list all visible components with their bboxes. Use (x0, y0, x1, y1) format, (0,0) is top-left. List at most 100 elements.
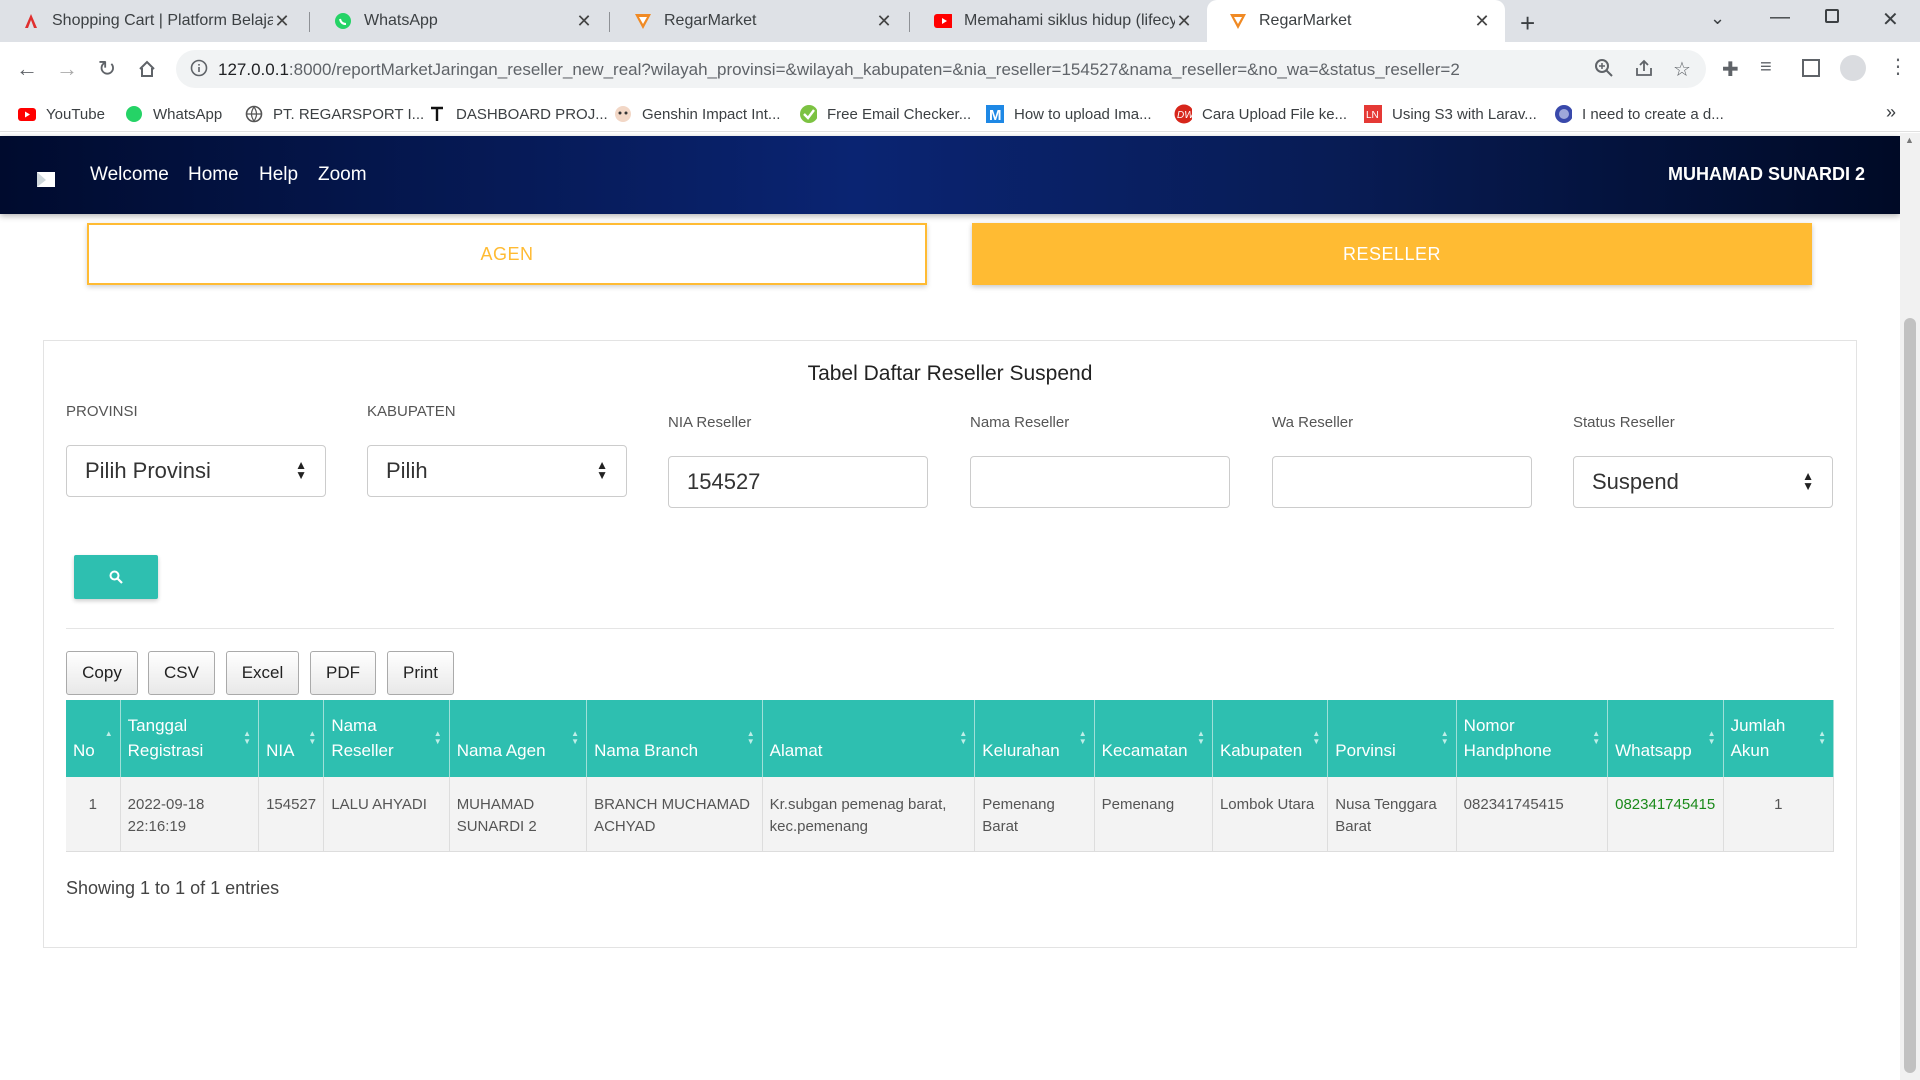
sort-icon: ▲ ▼ (959, 729, 968, 746)
nav-zoom[interactable]: Zoom (318, 164, 367, 186)
close-icon[interactable]: ✕ (575, 11, 593, 32)
col-no[interactable]: No ▲ (66, 700, 121, 777)
tab-title: Shopping Cart | Platform Belajar (52, 12, 273, 29)
wa-input[interactable] (1272, 456, 1532, 508)
agen-button[interactable]: AGEN (87, 223, 927, 285)
nav-home[interactable]: Home (188, 164, 239, 186)
search-button[interactable] (74, 555, 158, 599)
col-kecamatan[interactable]: Kecamatan ▲ ▼ (1094, 700, 1213, 777)
minimize-icon[interactable]: — (1770, 6, 1790, 29)
nav-welcome[interactable]: Welcome (90, 164, 169, 186)
col-alamat[interactable]: Alamat ▲ ▼ (762, 700, 976, 777)
bookmarks-bar: YouTube WhatsApp PT. REGARSPORT I... DAS… (0, 96, 1920, 132)
site-info-icon[interactable] (190, 59, 208, 82)
broken-logo-icon[interactable] (36, 169, 58, 194)
restore-icon[interactable] (1825, 9, 1839, 23)
pdf-button[interactable]: PDF (310, 651, 376, 695)
scroll-up-icon[interactable]: ▲ (1905, 135, 1914, 145)
zoom-icon[interactable] (1594, 58, 1614, 83)
nia-input[interactable]: 154527 (668, 456, 928, 508)
cell-kecamatan: Pemenang (1094, 777, 1213, 852)
home-icon[interactable] (132, 54, 162, 84)
forward-icon[interactable]: → (52, 54, 82, 84)
tab-regarmarket-1[interactable]: RegarMarket ✕ (612, 0, 907, 42)
nama-label: Nama Reseller (970, 414, 1070, 431)
bookmark-email-checker[interactable]: Free Email Checker... (799, 103, 971, 125)
more-bookmarks-icon[interactable]: » (1886, 102, 1896, 123)
share-icon[interactable] (1634, 58, 1654, 83)
back-icon[interactable]: ← (12, 54, 42, 84)
address-bar[interactable]: 127.0.0.1:8000/reportMarketJaringan_rese… (176, 50, 1706, 88)
ln-icon: LN (1364, 105, 1382, 123)
bookmark-regarsport[interactable]: PT. REGARSPORT I... (245, 103, 424, 125)
close-icon[interactable]: ✕ (1175, 11, 1193, 32)
new-tab-icon[interactable]: + (1520, 8, 1535, 39)
reading-list-icon[interactable]: ≡ (1760, 56, 1772, 79)
tab-regarmarket-active[interactable]: RegarMarket ✕ (1207, 0, 1505, 42)
window-close-icon[interactable]: ✕ (1882, 7, 1899, 32)
csv-button[interactable]: CSV (148, 651, 215, 695)
tab-shopping-cart[interactable]: Shopping Cart | Platform Belajar ✕ (0, 0, 305, 42)
cell-nia: 154527 (258, 777, 325, 852)
col-nia[interactable]: NIA ▲ ▼ (258, 700, 325, 777)
dicoding-icon (22, 12, 40, 30)
page-scrollbar[interactable]: ▲ (1900, 133, 1920, 1080)
reseller-button[interactable]: RESELLER (972, 223, 1812, 285)
search-icon (109, 570, 123, 584)
browser-tab-strip: Shopping Cart | Platform Belajar ✕ Whats… (0, 0, 1920, 42)
bookmark-s3-laravel[interactable]: LN Using S3 with Larav... (1364, 103, 1537, 125)
cell-alamat: Kr.subgan pemenag barat, kec.pemenang (762, 777, 976, 852)
col-nomor-handphone[interactable]: Nomor Handphone ▲ ▼ (1456, 700, 1609, 777)
col-kelurahan[interactable]: Kelurahan ▲ ▼ (974, 700, 1095, 777)
close-icon[interactable]: ✕ (273, 11, 291, 32)
chevron-down-icon[interactable]: ⌄ (1710, 8, 1725, 29)
side-panel-icon[interactable] (1802, 59, 1820, 77)
tab-whatsapp[interactable]: WhatsApp ✕ (312, 0, 607, 42)
nav-help[interactable]: Help (259, 164, 298, 186)
bookmark-upload-file[interactable]: DW Cara Upload File ke... (1174, 103, 1347, 125)
check-icon (799, 105, 817, 123)
sort-icon: ▲ ▼ (1707, 729, 1716, 746)
col-whatsapp[interactable]: Whatsapp ▲ ▼ (1607, 700, 1724, 777)
reload-icon[interactable]: ↻ (92, 54, 122, 84)
bookmark-dashboard[interactable]: DASHBOARD PROJ... (428, 103, 608, 125)
col-nama-branch[interactable]: Nama Branch ▲ ▼ (586, 700, 763, 777)
bookmark-upload-image[interactable]: M How to upload Ima... (986, 103, 1152, 125)
bookmark-star-icon[interactable]: ☆ (1673, 57, 1691, 82)
nama-input[interactable] (970, 456, 1230, 508)
bookmark-youtube[interactable]: YouTube (18, 103, 105, 125)
close-icon[interactable]: ✕ (875, 11, 893, 32)
kabupaten-select[interactable]: Pilih ▲ ▼ (367, 445, 627, 497)
cell-kelurahan: Pemenang Barat (974, 777, 1095, 852)
col-nama-reseller[interactable]: Nama Reseller ▲ ▼ (323, 700, 450, 777)
print-button[interactable]: Print (387, 651, 454, 695)
col-kabupaten[interactable]: Kabupaten ▲ ▼ (1212, 700, 1329, 777)
app-navbar: Welcome Home Help Zoom MUHAMAD SUNARDI 2 (0, 136, 1900, 214)
whatsapp-icon (334, 12, 352, 30)
wa-label: Wa Reseller (1272, 414, 1354, 431)
status-select[interactable]: Suspend ▲ ▼ (1573, 456, 1833, 508)
col-tanggal[interactable]: Tanggal Registrasi ▲ ▼ (120, 700, 260, 777)
scrollbar-thumb[interactable] (1904, 318, 1916, 1073)
extensions-icon[interactable]: ✚ (1722, 57, 1739, 82)
bookmark-label: Genshin Impact Int... (642, 105, 781, 123)
user-name[interactable]: MUHAMAD SUNARDI 2 (1668, 164, 1865, 185)
provinsi-value: Pilih Provinsi (85, 458, 211, 483)
bookmark-genshin[interactable]: Genshin Impact Int... (614, 103, 780, 125)
provinsi-select[interactable]: Pilih Provinsi ▲ ▼ (66, 445, 326, 497)
excel-button[interactable]: Excel (226, 651, 299, 695)
close-icon[interactable]: ✕ (1473, 11, 1491, 32)
select-arrows-icon: ▲ ▼ (295, 458, 307, 482)
cell-whatsapp-link[interactable]: 082341745415 (1607, 777, 1724, 852)
tab-title: Memahami siklus hidup (lifecycle (964, 12, 1175, 29)
divider (66, 628, 1834, 629)
tab-youtube[interactable]: Memahami siklus hidup (lifecycle ✕ (912, 0, 1207, 42)
bookmark-whatsapp[interactable]: WhatsApp (125, 103, 222, 125)
menu-kebab-icon[interactable]: ⋮ (1888, 54, 1908, 79)
copy-button[interactable]: Copy (66, 651, 138, 695)
col-provinsi[interactable]: Porvinsi ▲ ▼ (1327, 700, 1457, 777)
col-jumlah-akun[interactable]: Jumlah Akun ▲ ▼ (1723, 700, 1835, 777)
profile-avatar-icon[interactable] (1840, 55, 1866, 81)
bookmark-create[interactable]: I need to create a d... (1554, 103, 1724, 125)
col-nama-agen[interactable]: Nama Agen ▲ ▼ (449, 700, 588, 777)
